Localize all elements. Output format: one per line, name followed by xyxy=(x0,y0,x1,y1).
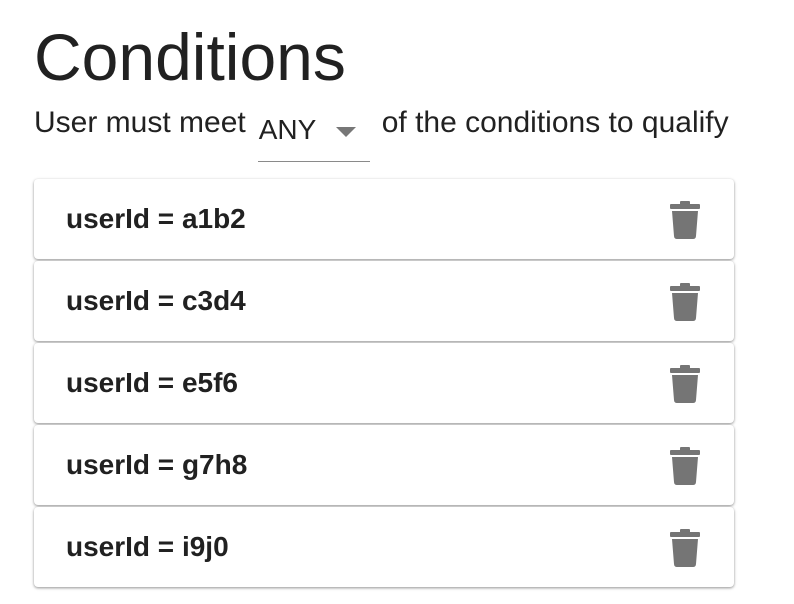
qualifier-suffix: of the conditions to qualify xyxy=(381,106,729,139)
condition-card: userId = i9j0 xyxy=(34,507,734,587)
condition-label: userId = i9j0 xyxy=(66,531,229,562)
condition-card: userId = e5f6 xyxy=(34,343,734,423)
match-mode-value: ANY xyxy=(258,114,317,145)
caret-down-icon xyxy=(335,127,356,137)
delete-condition-button[interactable] xyxy=(669,447,701,485)
qualifier-prefix: User must meet xyxy=(34,106,246,139)
delete-condition-button[interactable] xyxy=(669,283,701,321)
conditions-page: Conditions User must meet ANY of the con… xyxy=(0,0,794,604)
match-mode-select[interactable]: ANY xyxy=(257,102,370,162)
condition-label: userId = a1b2 xyxy=(66,203,246,234)
condition-card: userId = a1b2 xyxy=(34,179,734,259)
condition-card: userId = c3d4 xyxy=(34,261,734,341)
trash-icon xyxy=(670,201,700,239)
trash-icon xyxy=(670,365,700,403)
condition-label: userId = e5f6 xyxy=(66,367,238,398)
delete-condition-button[interactable] xyxy=(669,201,701,239)
condition-card: userId = g7h8 xyxy=(34,425,734,505)
page-title: Conditions xyxy=(34,20,346,94)
trash-icon xyxy=(670,529,700,567)
condition-label: userId = c3d4 xyxy=(66,285,246,316)
trash-icon xyxy=(670,447,700,485)
trash-icon xyxy=(670,283,700,321)
delete-condition-button[interactable] xyxy=(669,365,701,403)
delete-condition-button[interactable] xyxy=(669,529,701,567)
qualifier-row: User must meet ANY of the conditions to … xyxy=(34,102,729,164)
conditions-list: userId = a1b2 userId = c3d4 userId = e5f… xyxy=(34,179,734,589)
condition-label: userId = g7h8 xyxy=(66,449,248,480)
